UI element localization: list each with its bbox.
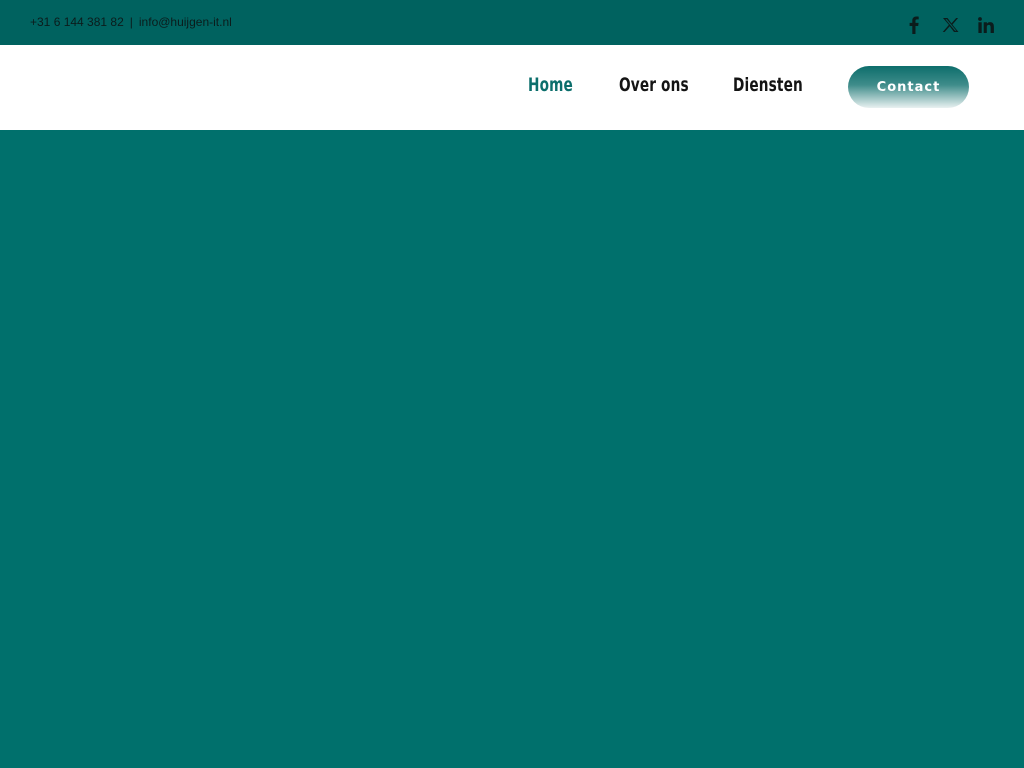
linkedin-icon[interactable] [976,15,996,35]
hero-section [0,130,1024,768]
email-link[interactable]: info@huijgen-it.nl [139,15,232,29]
top-bar: +31 6 144 381 82 | info@huijgen-it.nl [0,0,1024,45]
site-header: Home Over ons Diensten Contact [0,45,1024,130]
contact-info: +31 6 144 381 82 | info@huijgen-it.nl [30,15,232,29]
phone-link[interactable]: +31 6 144 381 82 [30,15,124,29]
facebook-icon[interactable] [904,15,924,35]
contact-button[interactable]: Contact [848,66,969,108]
nav-item-over-ons[interactable]: Over ons [619,74,689,96]
social-links [904,15,996,35]
x-twitter-icon[interactable] [940,15,960,35]
contact-separator: | [129,15,133,29]
nav-item-diensten[interactable]: Diensten [733,74,803,96]
nav-item-home[interactable]: Home [528,74,573,96]
